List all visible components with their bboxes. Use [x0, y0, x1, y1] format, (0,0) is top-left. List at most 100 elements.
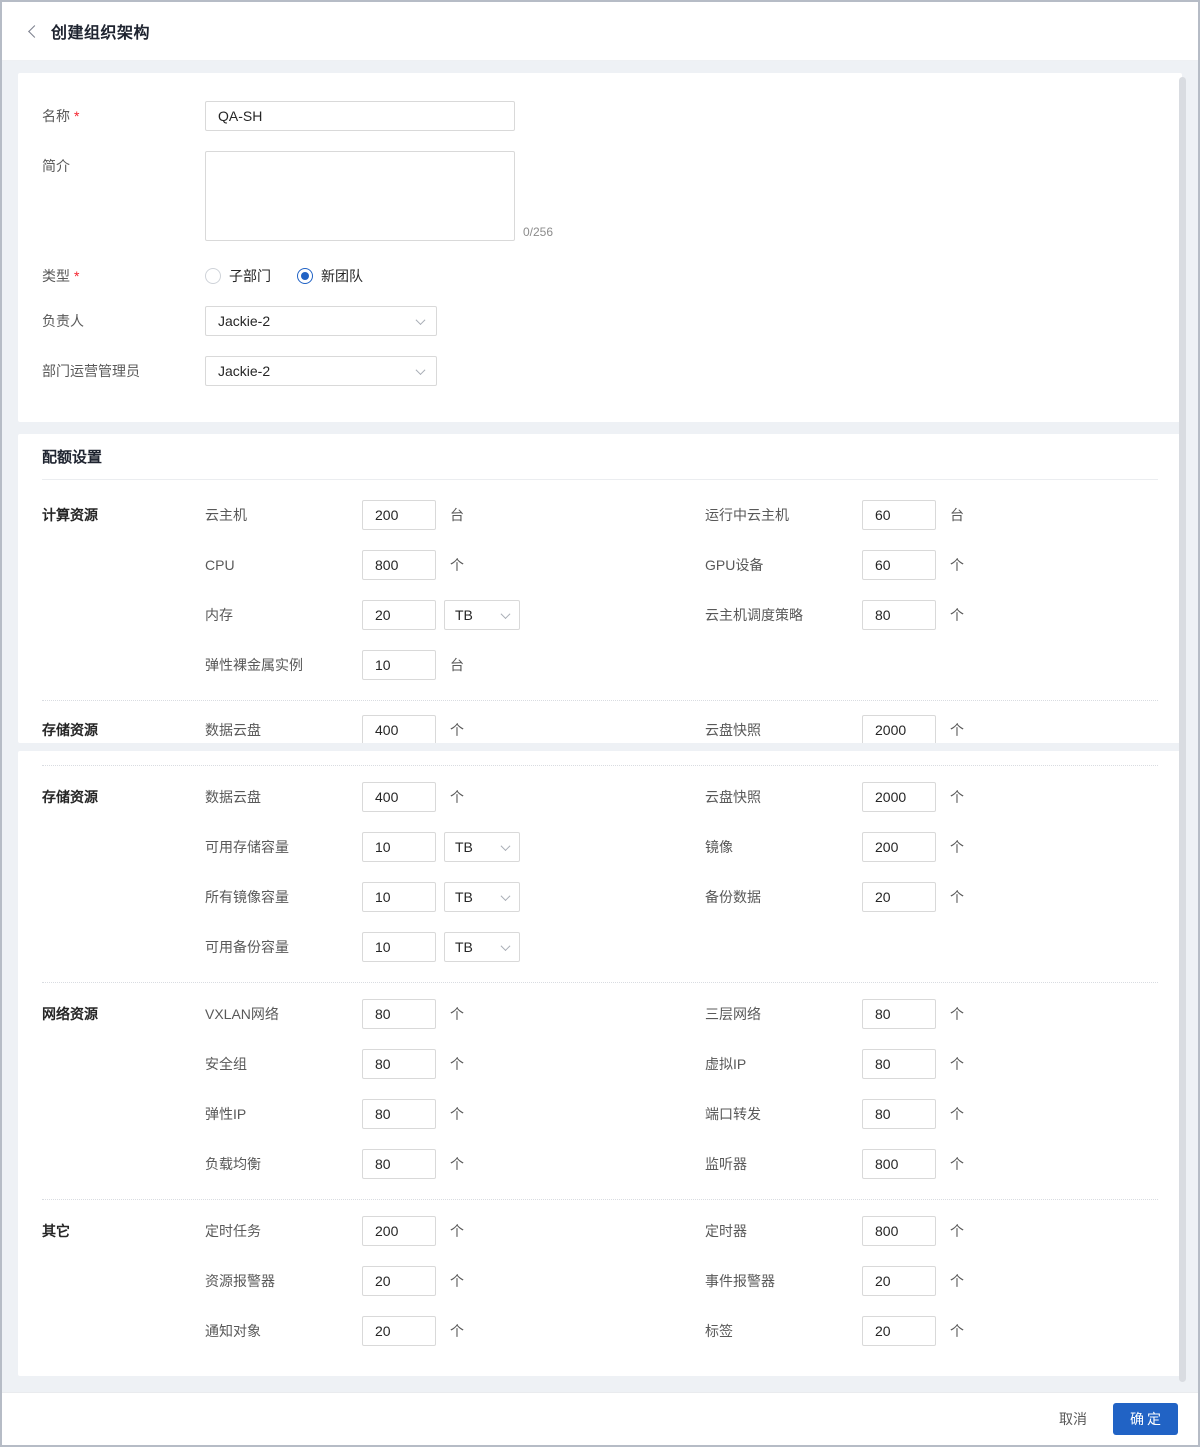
quota-value-input[interactable]	[362, 650, 436, 680]
radio-sub-department[interactable]: 子部门	[205, 266, 271, 286]
intro-label: 简介	[42, 158, 70, 174]
page-header: 创建组织架构	[2, 2, 1198, 61]
quota-row: 计算资源 云主机 台 运行中云主机 台	[42, 500, 1158, 530]
quota-row: 存储资源 数据云盘 个 云盘快照 个	[42, 715, 1158, 743]
quota-field-label: 数据云盘	[205, 789, 261, 805]
quota-value-input[interactable]	[362, 832, 436, 862]
unit-select[interactable]: TB	[444, 932, 520, 962]
quota-value-input[interactable]	[862, 1216, 936, 1246]
quota-field-label: VXLAN网络	[205, 1006, 279, 1022]
quota-field-label: 备份数据	[705, 889, 761, 905]
quota-value-input[interactable]	[862, 1316, 936, 1346]
confirm-button[interactable]: 确定	[1113, 1403, 1178, 1435]
quota-group: 存储资源 数据云盘 个 云盘快照 个	[42, 700, 1158, 743]
quota-value-input[interactable]	[362, 932, 436, 962]
quota-field: 虚拟IP 个	[705, 1049, 964, 1079]
admin-select[interactable]: Jackie-2	[205, 356, 437, 386]
quota-field: 负载均衡 个	[205, 1149, 705, 1179]
intro-textarea[interactable]	[205, 151, 515, 241]
quota-value-input[interactable]	[362, 1149, 436, 1179]
quota-value-input[interactable]	[862, 715, 936, 743]
quota-card: 配额设置计算资源云主机台运行中云主机台CPU个GPU设备个内存TB云主机调度策略…	[18, 434, 1182, 743]
quota-field-label: 负载均衡	[205, 1156, 261, 1172]
quota-group-label: 其它	[42, 1223, 70, 1239]
unit-label: 个	[450, 1156, 464, 1172]
name-input[interactable]	[205, 101, 515, 131]
quota-field: 事件报警器 个	[705, 1266, 964, 1296]
cancel-button[interactable]: 取消	[1047, 1403, 1099, 1435]
quota-row: 安全组 个 虚拟IP 个	[42, 1049, 1158, 1079]
unit-select[interactable]: TB	[444, 882, 520, 912]
quota-field: 数据云盘 个	[205, 782, 705, 812]
quota-row: 负载均衡 个 监听器 个	[42, 1149, 1158, 1179]
quota-value-input[interactable]	[862, 600, 936, 630]
quota-field: 运行中云主机 台	[705, 500, 964, 530]
unit-select-value: TB	[455, 889, 473, 905]
quota-row: 可用存储容量 TB 镜像 个	[42, 832, 1158, 862]
chevron-down-icon	[415, 364, 426, 375]
unit-label: 个	[950, 1006, 964, 1022]
quota-field-label: 三层网络	[705, 1006, 761, 1022]
quota-value-input[interactable]	[862, 1149, 936, 1179]
quota-section-title: 配额设置	[42, 434, 1158, 480]
quota-row: 存储资源 数据云盘 个 云盘快照 个	[42, 782, 1158, 812]
quota-field: 定时器 个	[705, 1216, 964, 1246]
quota-value-input[interactable]	[862, 999, 936, 1029]
unit-select[interactable]: TB	[444, 600, 520, 630]
name-label-text: 名称	[42, 108, 70, 124]
quota-field: 云主机调度策略 个	[705, 600, 964, 630]
quota-value-input[interactable]	[362, 500, 436, 530]
unit-label: 个	[450, 1273, 464, 1289]
unit-label: 个	[950, 889, 964, 905]
quota-value-input[interactable]	[362, 550, 436, 580]
quota-value-input[interactable]	[362, 1099, 436, 1129]
quota-value-input[interactable]	[862, 1049, 936, 1079]
admin-row: 部门运营管理员 Jackie-2	[42, 356, 1158, 386]
quota-field: 三层网络 个	[705, 999, 964, 1029]
quota-group-label: 计算资源	[42, 507, 98, 523]
quota-row: 通知对象 个 标签 个	[42, 1316, 1158, 1346]
quota-field-label: 弹性裸金属实例	[205, 657, 303, 673]
quota-row: 弹性裸金属实例 台	[42, 650, 1158, 680]
back-icon[interactable]	[28, 24, 41, 38]
vertical-scrollbar[interactable]	[1179, 77, 1186, 1382]
intro-row: 简介 0/256	[42, 151, 1158, 241]
owner-select[interactable]: Jackie-2	[205, 306, 437, 336]
required-asterisk: *	[74, 268, 80, 284]
quota-field-label: 标签	[705, 1323, 733, 1339]
quota-value-input[interactable]	[862, 832, 936, 862]
quota-value-input[interactable]	[862, 782, 936, 812]
radio-new-team[interactable]: 新团队	[297, 266, 363, 286]
quota-field: 内存 TB	[205, 600, 705, 630]
chevron-down-icon	[500, 890, 511, 901]
unit-label: 个	[950, 1106, 964, 1122]
unit-label: 台	[950, 507, 964, 523]
unit-label: 个	[950, 1056, 964, 1072]
quota-value-input[interactable]	[362, 1216, 436, 1246]
quota-value-input[interactable]	[362, 715, 436, 743]
quota-field: 镜像 个	[705, 832, 964, 862]
unit-label: 个	[450, 1006, 464, 1022]
quota-value-input[interactable]	[362, 1266, 436, 1296]
quota-value-input[interactable]	[862, 500, 936, 530]
unit-select-value: TB	[455, 939, 473, 955]
quota-value-input[interactable]	[862, 1266, 936, 1296]
quota-field-label: 所有镜像容量	[205, 889, 289, 905]
quota-value-input[interactable]	[362, 999, 436, 1029]
unit-select[interactable]: TB	[444, 832, 520, 862]
quota-value-input[interactable]	[362, 782, 436, 812]
quota-value-input[interactable]	[862, 550, 936, 580]
quota-field-label: 定时器	[705, 1223, 747, 1239]
quota-row: 弹性IP 个 端口转发 个	[42, 1099, 1158, 1129]
admin-select-value: Jackie-2	[218, 363, 271, 379]
quota-value-input[interactable]	[362, 1049, 436, 1079]
quota-value-input[interactable]	[862, 1099, 936, 1129]
quota-value-input[interactable]	[362, 1316, 436, 1346]
required-asterisk: *	[74, 108, 80, 124]
create-organization-page: 创建组织架构 名称* 简介 0/256 类型*	[0, 0, 1200, 1447]
quota-field: VXLAN网络 个	[205, 999, 705, 1029]
quota-value-input[interactable]	[362, 600, 436, 630]
quota-value-input[interactable]	[862, 882, 936, 912]
unit-select-value: TB	[455, 839, 473, 855]
quota-value-input[interactable]	[362, 882, 436, 912]
